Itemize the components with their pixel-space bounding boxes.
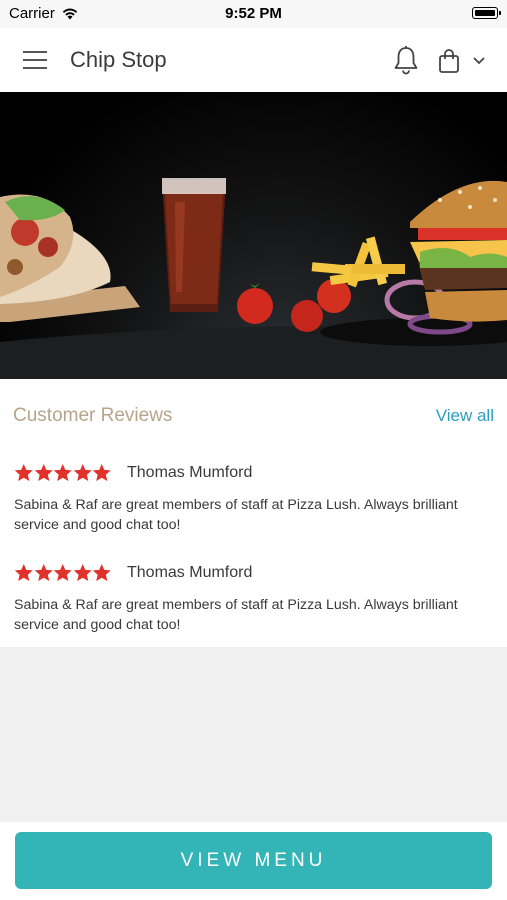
app-header: Chip Stop (0, 28, 507, 92)
bell-icon[interactable] (392, 45, 420, 75)
battery-icon (472, 7, 501, 19)
reviewer-name: Thomas Mumford (127, 464, 253, 481)
star-icon (34, 463, 53, 482)
review-text: Sabina & Raf are great members of staff … (14, 597, 458, 633)
star-icon (14, 563, 33, 582)
star-icon (92, 563, 111, 582)
chevron-down-icon[interactable] (472, 56, 486, 66)
status-time: 9:52 PM (225, 5, 282, 22)
star-rating (14, 563, 112, 585)
star-icon (73, 563, 92, 582)
star-icon (34, 563, 53, 582)
reviews-section: Customer Reviews View all Thomas Mumford… (0, 379, 507, 647)
review-text: Sabina & Raf are great members of staff … (14, 497, 458, 533)
star-rating (14, 463, 112, 485)
star-icon (53, 563, 72, 582)
food-illustration (0, 178, 507, 379)
food-hero-image (0, 92, 507, 379)
star-icon (14, 463, 33, 482)
view-menu-button[interactable]: VIEW MENU (15, 832, 492, 889)
shopping-bag-icon[interactable] (438, 48, 460, 74)
menu-icon[interactable] (23, 51, 47, 69)
star-icon (73, 463, 92, 482)
reviewer-name: Thomas Mumford (127, 564, 253, 581)
page-title: Chip Stop (70, 47, 167, 72)
star-icon (53, 463, 72, 482)
star-icon (92, 463, 111, 482)
view-all-link[interactable]: View all (436, 406, 494, 426)
bottom-bar: VIEW MENU (0, 822, 507, 900)
reviews-title: Customer Reviews (13, 405, 173, 426)
status-bar: Carrier 9:52 PM (0, 0, 507, 28)
